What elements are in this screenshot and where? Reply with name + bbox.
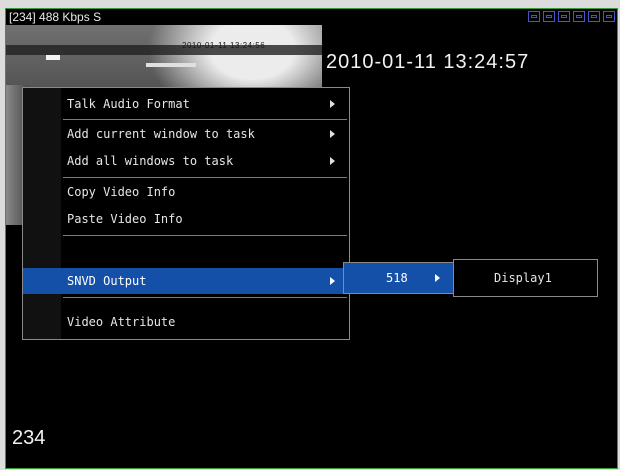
menu-item-label: Paste Video Info — [67, 212, 183, 226]
menu-separator — [63, 119, 347, 120]
menu-item-label: Add all windows to task — [67, 154, 234, 168]
layout-multi-icon[interactable] — [558, 11, 570, 22]
submenu-arrow-icon — [330, 100, 335, 108]
record-icon[interactable] — [573, 11, 585, 22]
video-embedded-timestamp: 2010-01-11 13:24:56 — [182, 41, 266, 50]
menu-item-video-attribute[interactable]: Video Attribute — [23, 309, 349, 335]
menu-item-add-all-windows[interactable]: Add all windows to task — [23, 148, 349, 174]
menu-item-label: Talk Audio Format — [67, 97, 190, 111]
video-light — [146, 63, 196, 67]
menu-item-copy-video-info[interactable]: Copy Video Info — [23, 179, 349, 205]
submenu-item-display1[interactable]: Display1 — [454, 260, 597, 296]
menu-item-label: Copy Video Info — [67, 185, 176, 199]
submenu-item-518[interactable]: 518 — [344, 263, 454, 293]
stream-title: [234] 488 Kbps S — [9, 10, 102, 24]
submenu-arrow-icon — [330, 277, 335, 285]
menu-separator — [63, 297, 347, 298]
title-bar: [234] 488 Kbps S — [6, 9, 617, 25]
layout-quad-icon[interactable] — [543, 11, 555, 22]
menu-item-talk-audio-format[interactable]: Talk Audio Format — [23, 91, 349, 117]
video-light — [46, 55, 60, 60]
submenu-arrow-icon — [435, 274, 440, 282]
close-icon[interactable] — [603, 11, 615, 22]
menu-item-snvd-output[interactable]: SNVD Output — [23, 268, 349, 294]
menu-item-label: 518 — [386, 271, 408, 285]
menu-item-label: Video Attribute — [67, 315, 176, 329]
menu-item-add-current-window[interactable]: Add current window to task — [23, 121, 349, 147]
menu-separator — [63, 177, 347, 178]
menu-item-label: SNVD Output — [67, 274, 147, 288]
osd-timestamp: 2010-01-11 13:24:57 — [326, 51, 530, 73]
context-menu: Talk Audio Format Add current window to … — [22, 87, 350, 340]
video-ceiling-band — [6, 45, 322, 55]
menu-separator — [63, 235, 347, 236]
layout-single-icon[interactable] — [528, 11, 540, 22]
audio-icon[interactable] — [588, 11, 600, 22]
submenu-snvd-output: 518 — [343, 262, 455, 294]
menu-item-label: Display1 — [494, 271, 552, 285]
menu-item-label: Add current window to task — [67, 127, 255, 141]
submenu-arrow-icon — [330, 157, 335, 165]
submenu-518: Display1 — [453, 259, 598, 297]
channel-label: 234 — [12, 427, 46, 449]
submenu-arrow-icon — [330, 130, 335, 138]
menu-item-paste-video-info[interactable]: Paste Video Info — [23, 206, 349, 232]
title-icons — [528, 11, 615, 22]
